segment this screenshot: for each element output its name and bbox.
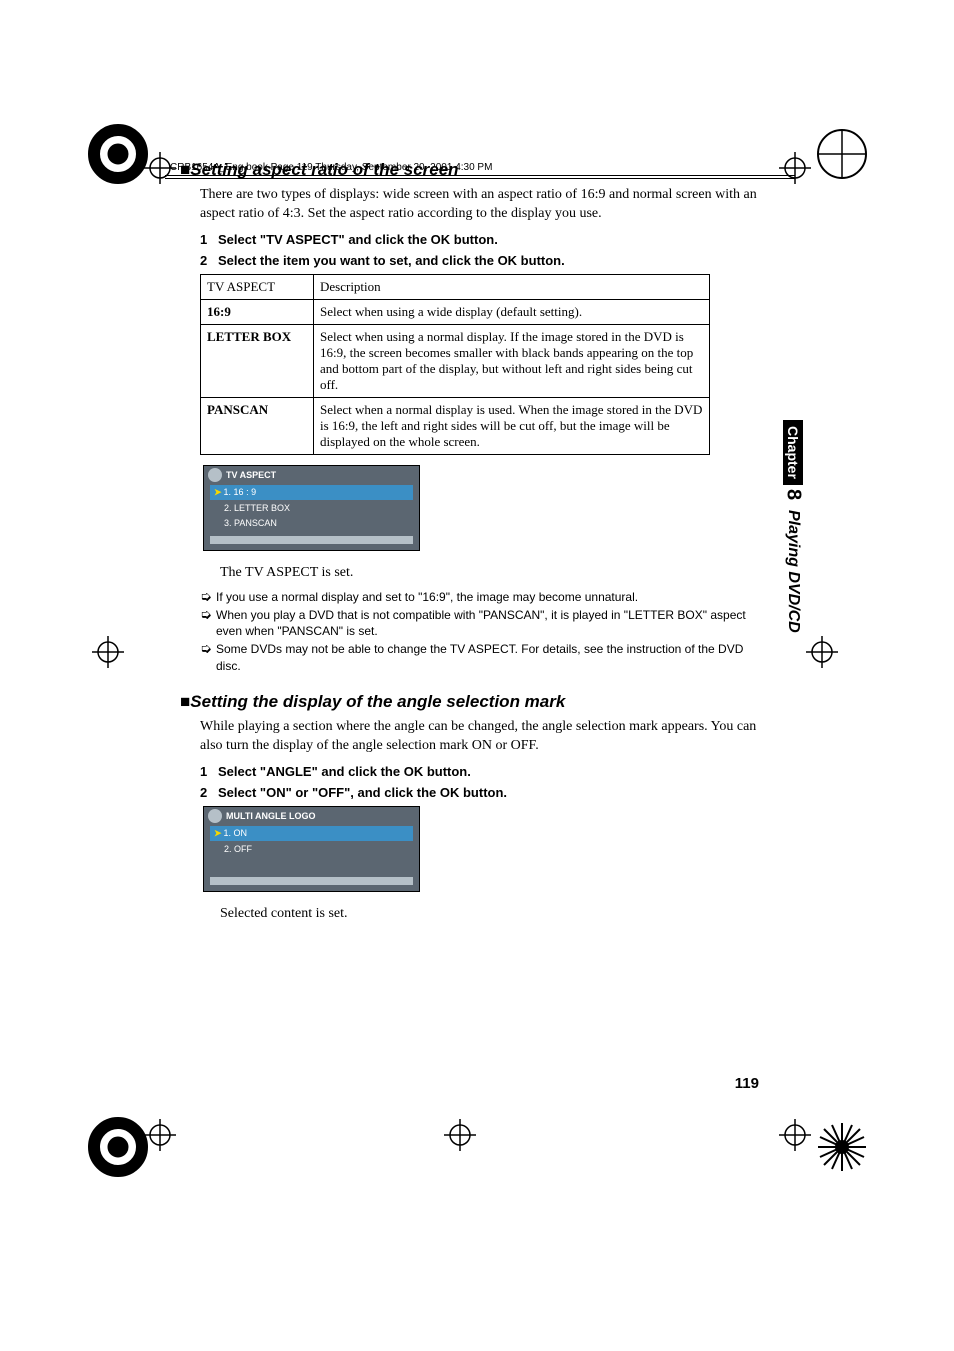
osd-tvaspect: TV ASPECT ➤1. 16 : 9 2. LETTER BOX 3. PA… bbox=[203, 465, 420, 551]
th-description: Description bbox=[314, 274, 710, 299]
note3: Some DVDs may not be able to change the … bbox=[216, 641, 770, 673]
reg-mark-top-right bbox=[812, 124, 872, 184]
reg-mark-top-left bbox=[88, 124, 148, 184]
note1: If you use a normal display and set to "… bbox=[216, 589, 770, 605]
side-chapter-number: 8 bbox=[780, 485, 807, 506]
osd1-opt2: 2. LETTER BOX bbox=[210, 501, 413, 515]
disc-icon bbox=[208, 468, 222, 482]
osd1-opt1: ➤1. 16 : 9 bbox=[210, 485, 413, 500]
td-letterbox-desc: Select when using a normal display. If t… bbox=[314, 324, 710, 397]
reg-mark-bottom-left bbox=[88, 1117, 148, 1177]
reg-mark-mid-left bbox=[88, 632, 128, 672]
osd1-bar bbox=[210, 536, 413, 544]
osd1-opt3: 3. PANSCAN bbox=[210, 516, 413, 530]
s2-step1: 1Select "ANGLE" and click the OK button. bbox=[200, 764, 770, 779]
note-marker-icon: ➭ bbox=[200, 641, 216, 673]
section1-intro: There are two types of displays: wide sc… bbox=[200, 186, 770, 224]
osd1-opt1-text: 1. 16 : 9 bbox=[224, 487, 257, 497]
s1-step2-text: Select the item you want to set, and cli… bbox=[218, 253, 565, 268]
reg-mark-crosshair-bm bbox=[440, 1115, 480, 1155]
s1-step2: 2Select the item you want to set, and cl… bbox=[200, 253, 770, 268]
section1-heading-text: Setting aspect ratio of the screen bbox=[190, 160, 458, 179]
osd2-opt1: ➤1. ON bbox=[210, 826, 413, 841]
osd-angle: MULTI ANGLE LOGO ➤1. ON 2. OFF bbox=[203, 806, 420, 892]
th-tvaspect: TV ASPECT bbox=[201, 274, 314, 299]
osd1-title: TV ASPECT bbox=[226, 470, 276, 480]
s2-step1-text: Select "ANGLE" and click the OK button. bbox=[218, 764, 471, 779]
s1-step1: 1Select "TV ASPECT" and click the OK but… bbox=[200, 232, 770, 247]
s2-step2-text: Select "ON" or "OFF", and click the OK b… bbox=[218, 785, 507, 800]
reg-mark-crosshair-bl bbox=[140, 1115, 180, 1155]
side-chapter-label: Chapter bbox=[783, 420, 803, 485]
s1-caption: The TV ASPECT is set. bbox=[220, 565, 770, 581]
disc-icon bbox=[208, 809, 222, 823]
reg-mark-crosshair-tr bbox=[775, 148, 815, 188]
tv-aspect-table: TV ASPECT Description 16:9 Select when u… bbox=[200, 274, 710, 455]
td-panscan: PANSCAN bbox=[201, 397, 314, 454]
s2-step2: 2Select "ON" or "OFF", and click the OK … bbox=[200, 785, 770, 800]
osd2-opt1-text: 1. ON bbox=[224, 828, 248, 838]
side-tab: Chapter 8 Playing DVD/CD bbox=[782, 420, 804, 670]
osd2-opt2: 2. OFF bbox=[210, 842, 413, 856]
side-title: Playing DVD/CD bbox=[782, 506, 804, 637]
reg-mark-sunburst-br bbox=[812, 1117, 872, 1177]
s2-caption: Selected content is set. bbox=[220, 906, 770, 922]
section2-heading-text: Setting the display of the angle selecti… bbox=[190, 692, 565, 711]
section2-intro: While playing a section where the angle … bbox=[200, 718, 770, 756]
td-169: 16:9 bbox=[201, 299, 314, 324]
td-letterbox: LETTER BOX bbox=[201, 324, 314, 397]
page-number: 119 bbox=[735, 1075, 759, 1092]
note-marker-icon: ➭ bbox=[200, 607, 216, 639]
osd2-bar bbox=[210, 877, 413, 885]
reg-mark-crosshair-br bbox=[775, 1115, 815, 1155]
td-169-desc: Select when using a wide display (defaul… bbox=[314, 299, 710, 324]
note2: When you play a DVD that is not compatib… bbox=[216, 607, 770, 639]
note-marker-icon: ➭ bbox=[200, 589, 216, 605]
s1-notes: ➭If you use a normal display and set to … bbox=[200, 589, 770, 674]
s1-step1-text: Select "TV ASPECT" and click the OK butt… bbox=[218, 232, 498, 247]
reg-mark-mid-right bbox=[802, 632, 842, 672]
osd2-title: MULTI ANGLE LOGO bbox=[226, 811, 316, 821]
td-panscan-desc: Select when a normal display is used. Wh… bbox=[314, 397, 710, 454]
section1-heading: ■Setting aspect ratio of the screen bbox=[180, 160, 770, 180]
section2-heading: ■Setting the display of the angle select… bbox=[180, 692, 770, 712]
